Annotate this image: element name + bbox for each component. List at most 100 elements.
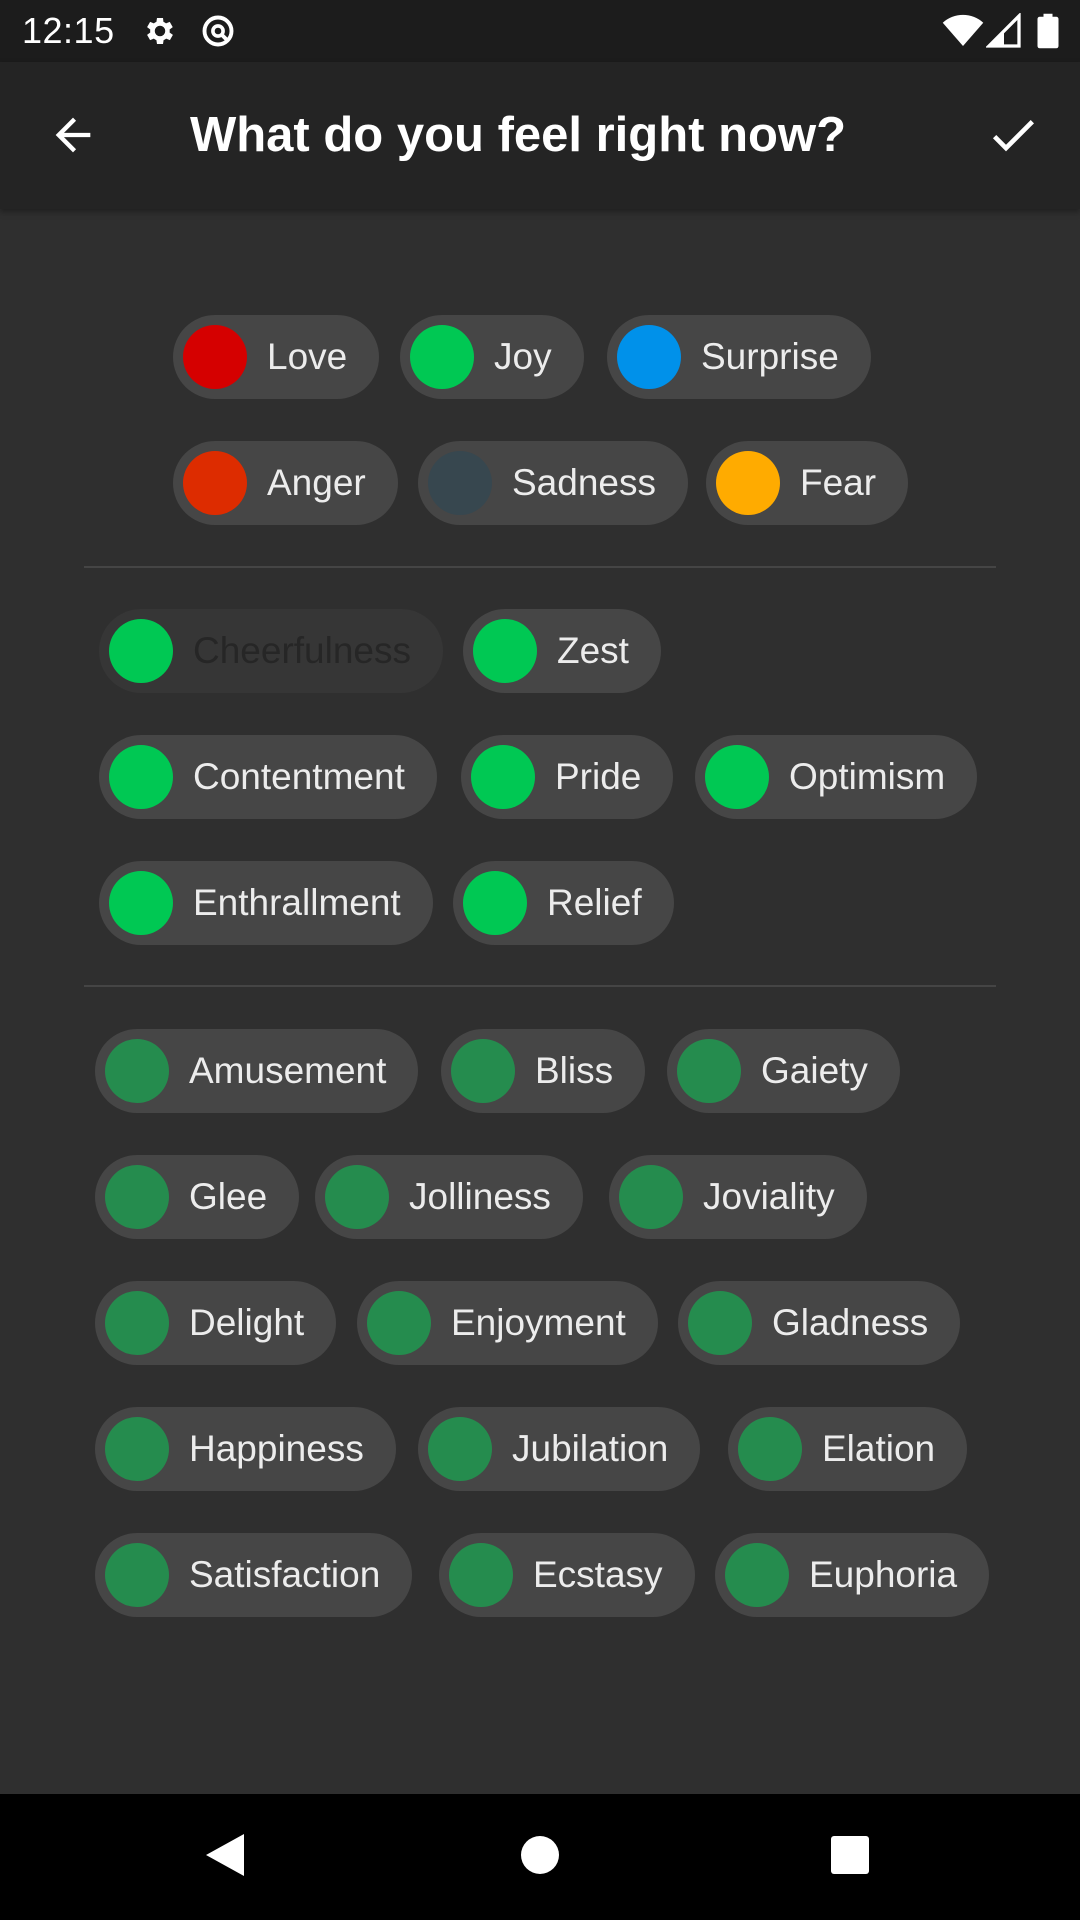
emotion-chip-jubilation[interactable]: Jubilation xyxy=(418,1407,701,1491)
emotion-label: Bliss xyxy=(535,1050,614,1091)
emotion-label: Joy xyxy=(494,336,552,377)
emotion-chip-bliss[interactable]: Bliss xyxy=(441,1029,646,1113)
emotion-color-dot xyxy=(109,619,173,683)
emotion-label: Glee xyxy=(189,1176,268,1217)
emotion-chip-satisfaction[interactable]: Satisfaction xyxy=(95,1533,413,1617)
emotion-chip-surprise[interactable]: Surprise xyxy=(607,315,871,399)
emotion-color-dot xyxy=(688,1291,752,1355)
emotion-color-dot xyxy=(183,325,247,389)
emotion-label: Pride xyxy=(555,756,642,797)
emotion-chip-cheerfulness[interactable]: Cheerfulness xyxy=(99,609,444,693)
emotion-chip-joy[interactable]: Joy xyxy=(400,315,584,399)
emotion-color-dot xyxy=(183,451,247,515)
emotion-label: Ecstasy xyxy=(533,1554,663,1595)
app-bar: What do you feel right now? xyxy=(0,62,1080,209)
nav-home-button[interactable] xyxy=(505,1822,575,1892)
emotion-chip-sadness[interactable]: Sadness xyxy=(418,441,688,525)
cell-signal-icon xyxy=(985,12,1022,49)
emotion-label: Delight xyxy=(189,1302,305,1343)
status-bar: 12:15 xyxy=(0,0,1080,62)
arrow-left-icon xyxy=(47,109,99,166)
vpn-key-icon xyxy=(200,13,236,49)
emotion-chip-gladness[interactable]: Gladness xyxy=(678,1281,961,1365)
emotion-color-dot xyxy=(105,1417,169,1481)
emotion-label: Sadness xyxy=(512,462,656,503)
emotion-chip-delight[interactable]: Delight xyxy=(95,1281,337,1365)
emotion-selector: Love Joy Surprise Anger Sadness Fear Che… xyxy=(0,209,1080,1794)
emotion-chip-fear[interactable]: Fear xyxy=(706,441,909,525)
emotion-color-dot xyxy=(325,1165,389,1229)
emotion-color-dot xyxy=(725,1543,789,1607)
emotion-color-dot xyxy=(105,1039,169,1103)
emotion-color-dot xyxy=(428,1417,492,1481)
emotion-label: Gaiety xyxy=(761,1050,868,1091)
emotion-chip-jolliness[interactable]: Jolliness xyxy=(315,1155,583,1239)
emotion-chip-ecstasy[interactable]: Ecstasy xyxy=(439,1533,695,1617)
back-button[interactable] xyxy=(38,102,108,172)
emotion-label: Satisfaction xyxy=(189,1554,381,1595)
emotion-color-dot xyxy=(109,871,173,935)
emotion-label: Love xyxy=(267,336,348,377)
emotion-label: Elation xyxy=(822,1428,936,1469)
emotion-chip-joviality[interactable]: Joviality xyxy=(609,1155,867,1239)
emotion-label: Relief xyxy=(547,882,642,923)
emotion-chip-enjoyment[interactable]: Enjoyment xyxy=(357,1281,658,1365)
emotion-chip-optimism[interactable]: Optimism xyxy=(695,735,978,819)
emotion-label: Surprise xyxy=(701,336,839,377)
emotion-chip-happiness[interactable]: Happiness xyxy=(95,1407,396,1491)
settings-icon xyxy=(142,13,178,49)
emotion-chip-contentment[interactable]: Contentment xyxy=(99,735,437,819)
emotion-label: Happiness xyxy=(189,1428,364,1469)
emotion-label: Jolliness xyxy=(409,1176,551,1217)
emotion-label: Gladness xyxy=(772,1302,929,1343)
emotion-label: Cheerfulness xyxy=(193,630,412,671)
emotion-color-dot xyxy=(451,1039,515,1103)
nav-back-icon xyxy=(202,1830,248,1885)
emotion-label: Enthrallment xyxy=(193,882,401,923)
emotion-color-dot xyxy=(109,745,173,809)
nav-recents-icon xyxy=(829,1834,871,1881)
emotion-label: Fear xyxy=(800,462,877,503)
emotion-chip-euphoria[interactable]: Euphoria xyxy=(715,1533,990,1617)
emotion-color-dot xyxy=(105,1543,169,1607)
emotion-label: Joviality xyxy=(703,1176,835,1217)
emotion-chip-glee[interactable]: Glee xyxy=(95,1155,300,1239)
emotion-color-dot xyxy=(473,619,537,683)
emotion-chip-elation[interactable]: Elation xyxy=(728,1407,968,1491)
emotion-label: Euphoria xyxy=(809,1554,958,1595)
confirm-button[interactable] xyxy=(976,100,1050,174)
emotion-chip-enthrallment[interactable]: Enthrallment xyxy=(99,861,433,945)
emotion-chip-amusement[interactable]: Amusement xyxy=(95,1029,419,1113)
emotion-color-dot xyxy=(105,1165,169,1229)
system-nav-bar xyxy=(0,1794,1080,1920)
page-title: What do you feel right now? xyxy=(190,108,846,162)
emotion-color-dot xyxy=(677,1039,741,1103)
wifi-icon xyxy=(942,13,984,49)
emotion-color-dot xyxy=(716,451,780,515)
emotion-chip-gaiety[interactable]: Gaiety xyxy=(667,1029,900,1113)
emotion-color-dot xyxy=(705,745,769,809)
emotion-label: Optimism xyxy=(789,756,946,797)
emotion-color-dot xyxy=(428,451,492,515)
emotion-label: Anger xyxy=(267,462,366,503)
emotion-chip-pride[interactable]: Pride xyxy=(461,735,674,819)
emotion-color-dot xyxy=(471,745,535,809)
emotion-color-dot xyxy=(449,1543,513,1607)
emotion-color-dot xyxy=(617,325,681,389)
nav-home-icon xyxy=(519,1834,561,1881)
emotion-label: Amusement xyxy=(189,1050,387,1091)
emotion-chip-zest[interactable]: Zest xyxy=(463,609,661,693)
nav-back-button[interactable] xyxy=(190,1822,260,1892)
emotion-label: Zest xyxy=(557,630,629,671)
emotion-chip-relief[interactable]: Relief xyxy=(453,861,674,945)
emotion-color-dot xyxy=(105,1291,169,1355)
section-divider xyxy=(84,985,996,987)
emotion-label: Contentment xyxy=(193,756,405,797)
emotion-label: Jubilation xyxy=(512,1428,669,1469)
emotion-chip-anger[interactable]: Anger xyxy=(173,441,398,525)
emotion-color-dot xyxy=(367,1291,431,1355)
battery-icon xyxy=(1036,13,1060,49)
nav-recents-button[interactable] xyxy=(815,1822,885,1892)
section-divider xyxy=(84,566,996,568)
emotion-chip-love[interactable]: Love xyxy=(173,315,380,399)
